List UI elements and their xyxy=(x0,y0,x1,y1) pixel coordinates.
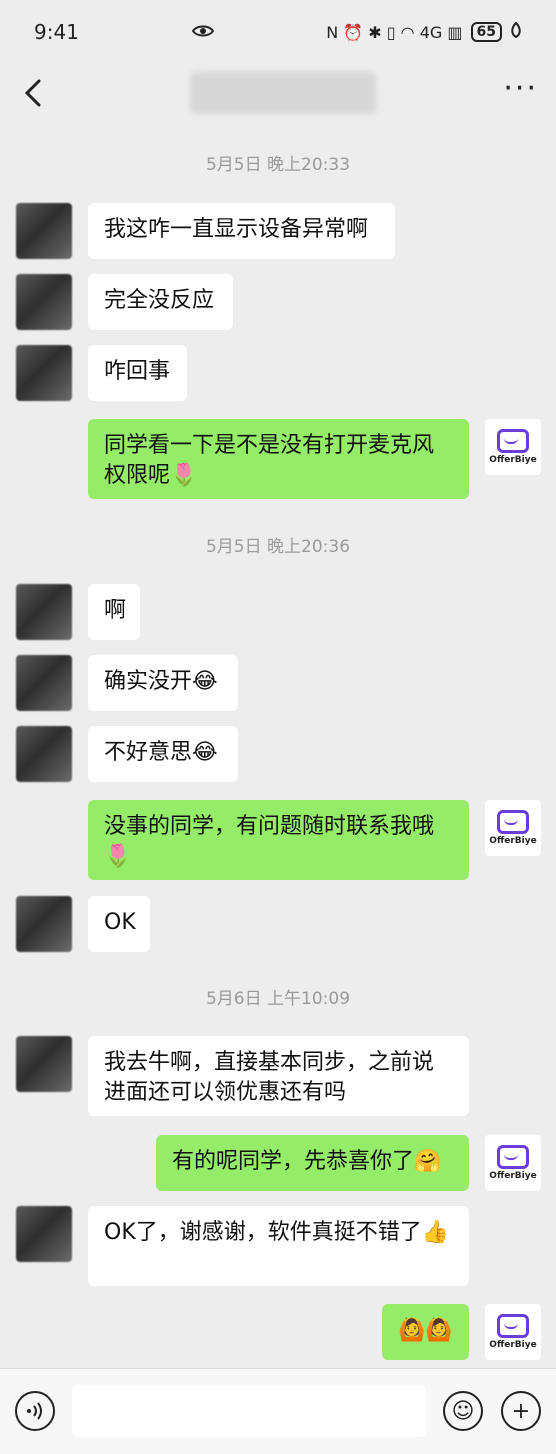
timestamp: 5月5日 晚上20:33 xyxy=(205,155,351,175)
message-bubble[interactable]: 完全没反应 xyxy=(88,274,233,330)
message-bubble[interactable]: 咋回事 xyxy=(88,345,187,401)
robot-icon xyxy=(497,1145,529,1169)
avatar[interactable] xyxy=(16,274,72,330)
message-bubble[interactable]: 不好意思😂 xyxy=(88,726,238,782)
eye-icon xyxy=(191,20,215,44)
emoji-button[interactable]: ☺ xyxy=(443,1391,483,1431)
status-symbols: N ⏰ ✱ ▯ ◠ 4G ▥ xyxy=(326,22,463,42)
leaf-icon xyxy=(510,21,522,42)
message-bubble[interactable]: 🙆🙆 xyxy=(382,1304,469,1360)
more-options-button[interactable]: ··· xyxy=(503,71,538,116)
avatar[interactable] xyxy=(16,584,72,640)
offerbiye-avatar[interactable]: OfferBiye xyxy=(485,800,541,856)
robot-icon xyxy=(497,810,529,834)
avatar[interactable] xyxy=(16,726,72,782)
avatar[interactable] xyxy=(16,1206,72,1262)
timestamp: 5月5日 晚上20:36 xyxy=(205,537,351,557)
plus-button[interactable]: + xyxy=(501,1391,541,1431)
offerbiye-avatar[interactable]: OfferBiye xyxy=(485,1135,541,1191)
chevron-left-icon xyxy=(24,79,41,107)
status-icons: N ⏰ ✱ ▯ ◠ 4G ▥ 65 xyxy=(326,21,522,42)
offerbiye-avatar[interactable]: OfferBiye xyxy=(485,1304,541,1360)
back-button[interactable] xyxy=(18,78,48,108)
timestamp: 5月6日 上午10:09 xyxy=(205,989,351,1009)
offerbiye-avatar[interactable]: OfferBiye xyxy=(485,419,541,475)
message-bubble[interactable]: 我去牛啊，直接基本同步，之前说进面还可以领优惠还有吗 xyxy=(88,1036,469,1116)
avatar[interactable] xyxy=(16,896,72,952)
avatar[interactable] xyxy=(16,1036,72,1092)
message-bubble[interactable]: 没事的同学，有问题随时联系我哦🌷 xyxy=(88,800,469,880)
message-bubble[interactable]: OK了，谢感谢，软件真挺不错了👍 xyxy=(88,1206,469,1286)
message-bubble[interactable]: 我这咋一直显示设备异常啊 xyxy=(88,203,395,259)
message-bubble[interactable]: 同学看一下是不是没有打开麦克风权限呢🌷 xyxy=(88,419,469,499)
voice-button[interactable] xyxy=(15,1391,55,1431)
message-input[interactable] xyxy=(72,1385,426,1437)
message-bubble[interactable]: 有的呢同学，先恭喜你了🤗 xyxy=(156,1135,469,1191)
avatar[interactable] xyxy=(16,345,72,401)
robot-icon xyxy=(497,1314,529,1338)
voice-icon xyxy=(27,1402,42,1420)
status-time: 9:41 xyxy=(34,20,79,44)
message-bubble[interactable]: 啊 xyxy=(88,584,140,640)
avatar[interactable] xyxy=(16,655,72,711)
message-input-bar: ☺ + xyxy=(0,1368,556,1454)
message-list[interactable]: 5月5日 晚上20:33 我这咋一直显示设备异常啊 完全没反应 咋回事 同学看一… xyxy=(0,122,556,1367)
message-bubble[interactable]: 确实没开😂 xyxy=(88,655,238,711)
blurred-contact-name xyxy=(190,72,376,114)
battery-indicator: 65 xyxy=(470,22,502,42)
avatar[interactable] xyxy=(16,203,72,259)
status-bar: 9:41 N ⏰ ✱ ▯ ◠ 4G ▥ 65 xyxy=(0,0,556,64)
robot-icon xyxy=(497,429,529,453)
message-bubble[interactable]: OK xyxy=(88,896,150,952)
